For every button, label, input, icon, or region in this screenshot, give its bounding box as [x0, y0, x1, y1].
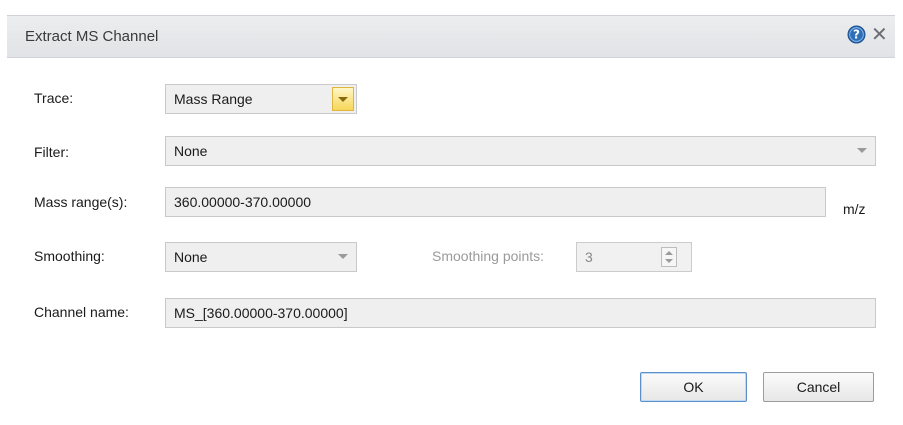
- trace-label: Trace:: [34, 90, 74, 106]
- cancel-button[interactable]: Cancel: [763, 372, 874, 402]
- mass-range-value: 360.00000-370.00000: [174, 194, 312, 210]
- chevron-down-icon: [338, 254, 348, 259]
- trace-dropdown-button[interactable]: [332, 87, 354, 111]
- chevron-down-icon: [338, 97, 348, 102]
- smoothing-label: Smoothing:: [34, 248, 105, 264]
- close-icon[interactable]: ✕: [871, 24, 888, 44]
- smoothing-value: None: [174, 249, 208, 265]
- channel-name-value: MS_[360.00000-370.00000]: [174, 305, 348, 321]
- channel-name-input[interactable]: MS_[360.00000-370.00000]: [165, 298, 876, 328]
- extract-ms-channel-dialog: Extract MS Channel ? ✕ Trace: Mass Range…: [0, 0, 903, 425]
- decrement-icon[interactable]: [665, 259, 673, 263]
- dialog-titlebar: Extract MS Channel ? ✕: [7, 15, 895, 58]
- help-icon[interactable]: ?: [847, 25, 866, 44]
- smoothing-combobox[interactable]: None: [165, 242, 357, 272]
- stepper-buttons[interactable]: [661, 247, 677, 267]
- filter-value: None: [174, 143, 208, 159]
- svg-text:?: ?: [853, 28, 860, 42]
- increment-icon[interactable]: [665, 251, 673, 255]
- dialog-title: Extract MS Channel: [25, 28, 159, 45]
- mass-range-input[interactable]: 360.00000-370.00000: [165, 187, 826, 217]
- smoothing-points-stepper[interactable]: 3: [576, 242, 692, 272]
- filter-label: Filter:: [34, 144, 69, 160]
- chevron-down-icon: [857, 148, 867, 153]
- trace-value: Mass Range: [174, 91, 253, 107]
- mass-range-label: Mass range(s):: [34, 194, 128, 210]
- channel-name-label: Channel name:: [34, 304, 129, 320]
- smoothing-points-label: Smoothing points:: [432, 248, 545, 264]
- filter-combobox[interactable]: None: [165, 136, 876, 166]
- mass-unit-label: m/z: [843, 201, 866, 217]
- smoothing-points-value: 3: [585, 249, 593, 265]
- trace-combobox[interactable]: Mass Range: [165, 84, 357, 114]
- ok-button[interactable]: OK: [640, 372, 747, 402]
